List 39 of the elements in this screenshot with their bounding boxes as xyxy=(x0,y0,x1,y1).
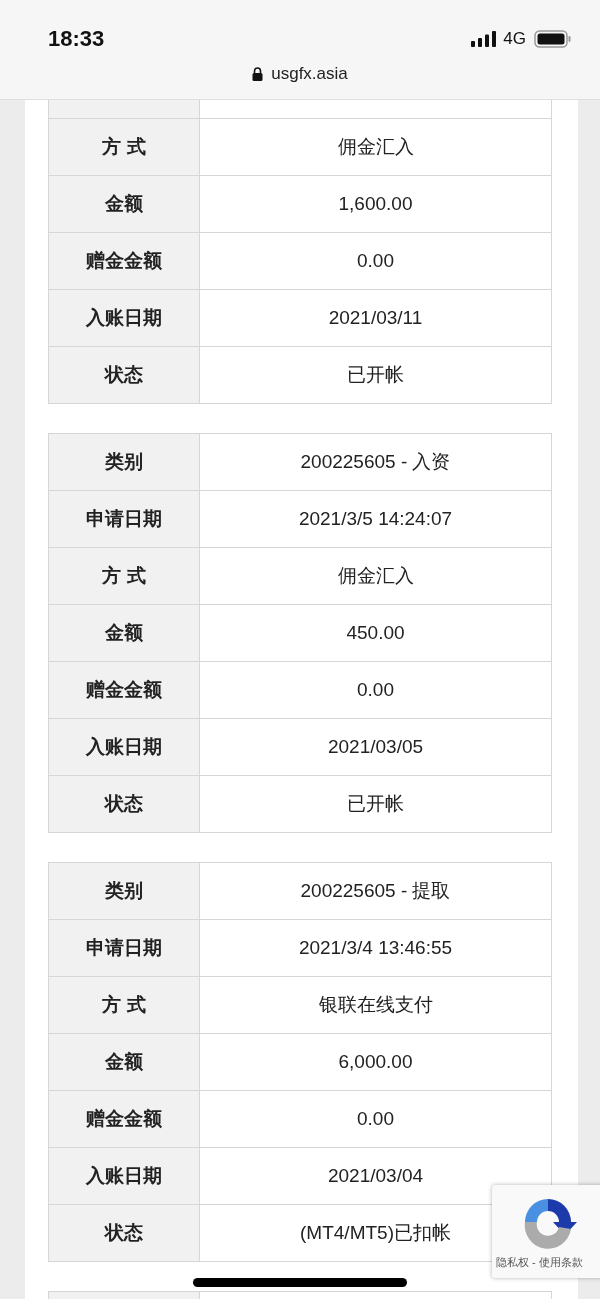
field-label: 入账日期 xyxy=(48,1147,200,1205)
field-value: 已开帐 xyxy=(199,346,552,404)
field-value: 450.00 xyxy=(199,604,552,662)
network-label: 4G xyxy=(503,29,526,49)
field-label: 状态 xyxy=(48,1204,200,1262)
field-value: 佣金汇入 xyxy=(199,547,552,605)
field-label: 入账日期 xyxy=(48,718,200,776)
field-label: 金额 xyxy=(48,604,200,662)
field-label: 金额 xyxy=(48,175,200,233)
field-value: 6,000.00 xyxy=(199,1033,552,1091)
field-label: 方 式 xyxy=(48,976,200,1034)
field-value: 2021/03/11 xyxy=(199,289,552,347)
field-label: 入账日期 xyxy=(48,289,200,347)
field-label: 赠金金额 xyxy=(48,661,200,719)
field-value: 2021/3/5 14:24:07 xyxy=(199,490,552,548)
field-value: 200225605 - 入资 xyxy=(199,433,552,491)
field-value: 2021/03/04 xyxy=(199,1147,552,1205)
field-value: 0.00 xyxy=(199,232,552,290)
field-label: 金额 xyxy=(48,1033,200,1091)
field-label: 赠金金额 xyxy=(48,1090,200,1148)
field-value: 200225605 - 提取 xyxy=(199,862,552,920)
field-label: 方 式 xyxy=(48,547,200,605)
field-value: 2021/03/05 xyxy=(199,718,552,776)
field-label: 状态 xyxy=(48,775,200,833)
field-label: 申请日期 xyxy=(48,490,200,548)
field-value: 1,600.00 xyxy=(199,175,552,233)
field-label: 赠金金额 xyxy=(48,232,200,290)
field-value: 银联在线支付 xyxy=(199,976,552,1034)
field-value: 0.00 xyxy=(199,661,552,719)
field-value: 已开帐 xyxy=(199,775,552,833)
field-label: 状态 xyxy=(48,346,200,404)
status-time: 18:33 xyxy=(48,26,105,52)
field-label: 类别 xyxy=(48,862,200,920)
field-label: 类别 xyxy=(48,433,200,491)
field-value: 佣金汇入 xyxy=(199,118,552,176)
field-label: 方 式 xyxy=(48,118,200,176)
field-value: 0.00 xyxy=(199,1090,552,1148)
field-value: 2021/3/4 13:46:55 xyxy=(199,919,552,977)
field-label: 申请日期 xyxy=(48,919,200,977)
